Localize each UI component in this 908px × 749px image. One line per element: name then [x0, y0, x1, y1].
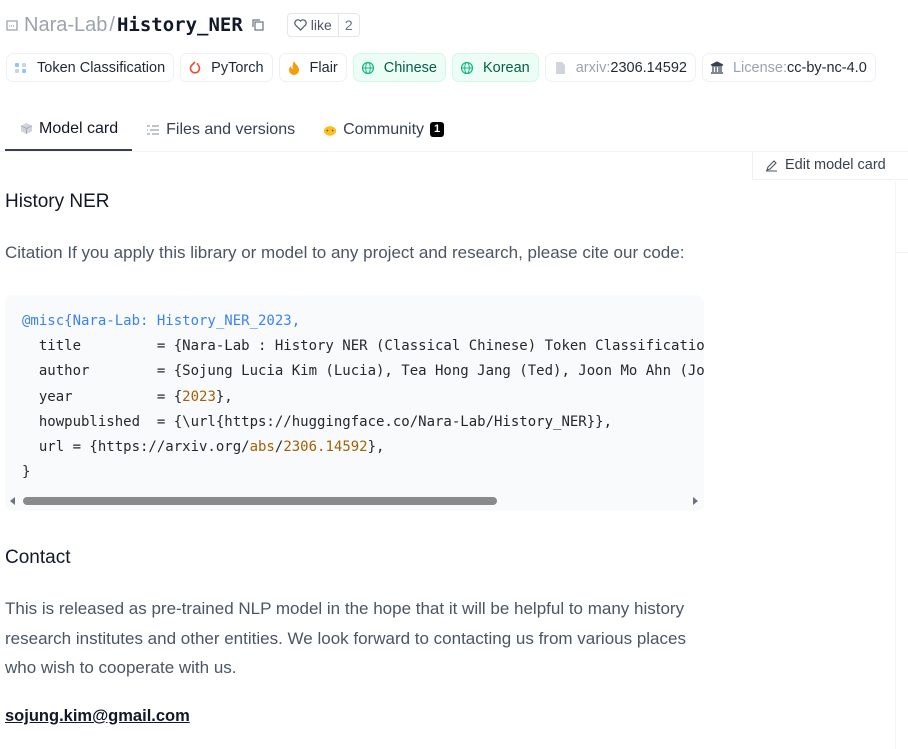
tag-arxiv[interactable]: arxiv: 2306.14592: [544, 53, 696, 82]
tag-label: Chinese: [383, 59, 437, 76]
tag-label: PyTorch: [211, 59, 264, 76]
license-icon: [709, 60, 725, 76]
tag-list: Token Classification PyTorch Flair Chine…: [6, 53, 876, 82]
community-count-badge: 1: [430, 122, 445, 137]
repo-header: Nara-Lab / History_NER like 2: [4, 10, 360, 40]
tag-label: Korean: [482, 59, 530, 76]
tag-label: cc-by-nc-4.0: [787, 59, 867, 76]
community-icon: [323, 123, 337, 137]
tab-files[interactable]: Files and versions: [132, 108, 309, 151]
pencil-icon: [766, 159, 777, 172]
tag-flair[interactable]: Flair: [278, 53, 347, 82]
tag-label: Token Classification: [37, 59, 166, 76]
sidebar-divider: [895, 181, 896, 749]
tag-label: Flair: [309, 59, 338, 76]
code-line-6-end: },: [367, 439, 385, 456]
citation-code: @misc{Nara-Lab: History_NER_2023, title …: [22, 309, 704, 485]
document-icon: [552, 60, 568, 76]
tag-license[interactable]: License: cc-by-nc-4.0: [701, 53, 876, 82]
code-line-6: url = {https://arxiv.org/: [22, 439, 250, 456]
token-classification-icon: [13, 60, 29, 76]
code-line-4: year = {: [22, 388, 183, 405]
pytorch-icon: [187, 60, 203, 76]
repo-icon: [6, 20, 18, 31]
code-line-5: howpublished = {\url{https://huggingface…: [22, 413, 613, 430]
tag-prefix: arxiv:: [575, 59, 611, 76]
scroll-left-icon[interactable]: [9, 497, 17, 505]
globe-icon: [459, 60, 475, 76]
code-block: @misc{Nara-Lab: History_NER_2023, title …: [5, 295, 704, 511]
path-separator: /: [109, 13, 115, 36]
tab-community[interactable]: Community 1: [309, 108, 458, 151]
copy-icon[interactable]: [251, 18, 265, 32]
tag-label: 2306.14592: [610, 59, 687, 76]
code-line-3: author = {Sojung Lucia Kim (Lucia), Tea …: [22, 363, 704, 380]
tab-label: Community: [343, 120, 425, 138]
sidebar-divider-h: [895, 252, 908, 253]
tab-model-card[interactable]: Model card: [5, 108, 133, 151]
globe-icon: [360, 60, 376, 76]
code-abs: abs: [249, 439, 275, 456]
email-link[interactable]: sojung.kim@gmail.com: [5, 707, 190, 726]
cube-icon: [19, 122, 33, 136]
code-line-7: }: [22, 464, 31, 481]
code-line-2: title = {Nara-Lab : History NER (Classic…: [22, 338, 704, 355]
heading-contact: Contact: [5, 547, 71, 568]
tag-prefix: License:: [732, 59, 787, 76]
org-link[interactable]: Nara-Lab: [24, 14, 107, 37]
contact-text: This is released as pre-trained NLP mode…: [5, 599, 686, 677]
tag-korean[interactable]: Korean: [451, 53, 539, 82]
tag-pytorch[interactable]: PyTorch: [180, 53, 273, 82]
horizontal-scrollbar[interactable]: [5, 494, 704, 508]
like-count: 2: [337, 14, 359, 36]
like-label: like: [310, 17, 332, 33]
scrollbar-thumb[interactable]: [23, 497, 497, 505]
tab-label: Model card: [39, 119, 119, 137]
heading-history-ner: History NER: [5, 191, 110, 212]
code-line-4-end: },: [215, 388, 233, 405]
code-year: 2023: [182, 388, 216, 405]
tag-token-classification[interactable]: Token Classification: [6, 53, 175, 82]
edit-model-card-button[interactable]: Edit model card: [752, 151, 908, 180]
edit-label: Edit model card: [785, 157, 886, 173]
files-icon: [146, 123, 160, 137]
code-line-1: @misc{Nara-Lab: History_NER_2023,: [22, 313, 301, 329]
like-button[interactable]: like 2: [286, 13, 360, 37]
citation-text: Citation If you apply this library or mo…: [5, 243, 685, 262]
code-arxiv-id: 2306.14592: [283, 439, 368, 456]
tag-chinese[interactable]: Chinese: [352, 53, 446, 82]
tab-bar: Model card Files and versions Community …: [5, 108, 458, 151]
flair-icon: [286, 60, 302, 76]
scroll-right-icon[interactable]: [691, 497, 699, 505]
tab-label: Files and versions: [166, 120, 296, 138]
heart-icon: [294, 19, 307, 31]
model-name[interactable]: History_NER: [117, 14, 243, 36]
